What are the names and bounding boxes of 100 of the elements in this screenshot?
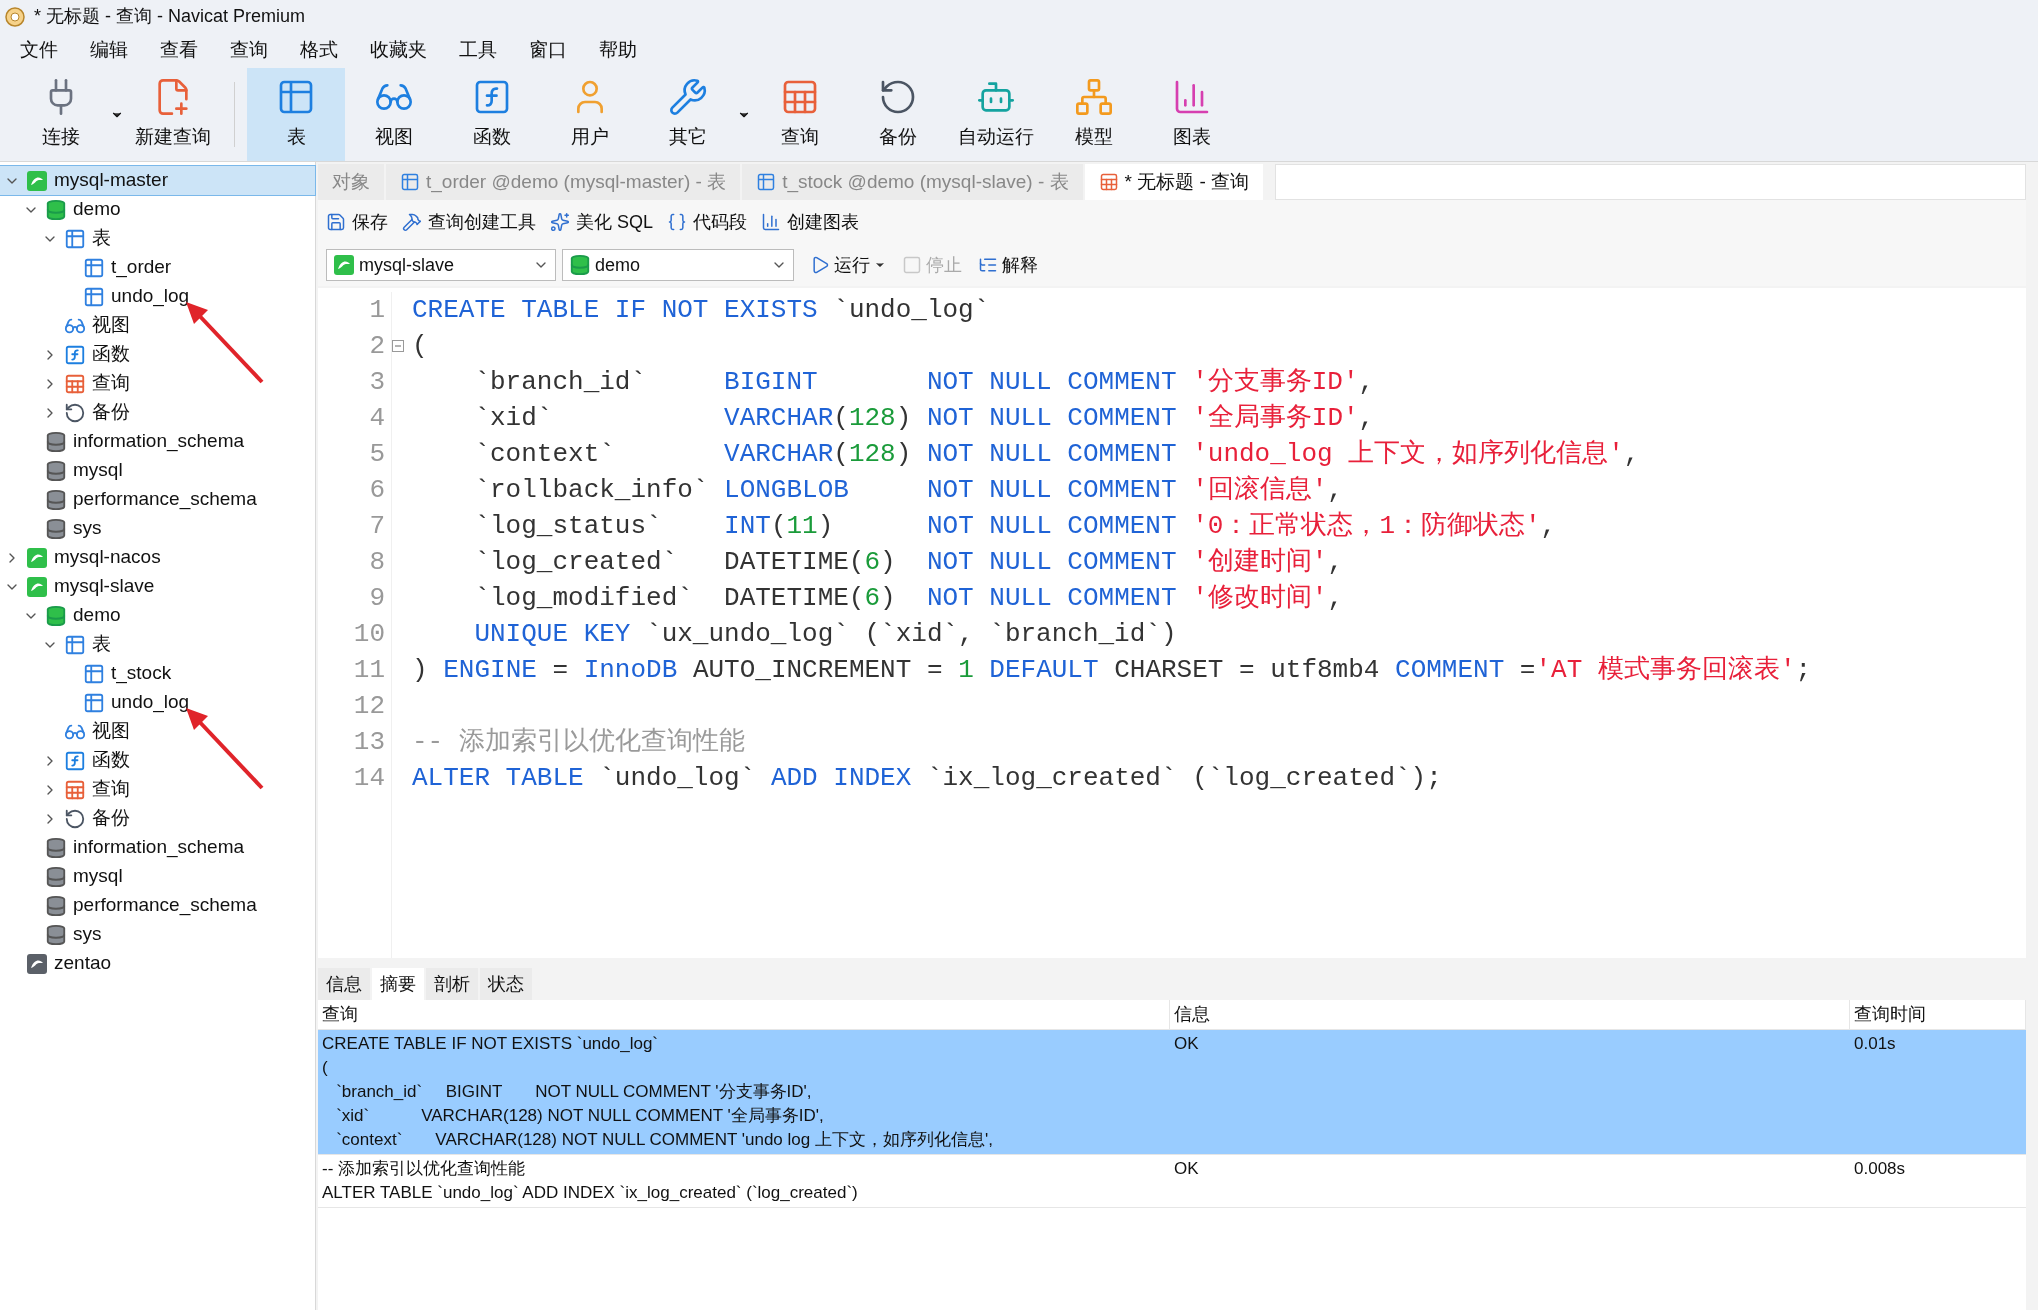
tree-item[interactable]: performance_schema — [0, 485, 315, 514]
menu-item[interactable]: 收藏夹 — [358, 35, 439, 65]
tree-item-label: performance_schema — [73, 893, 257, 918]
run-bar-button[interactable]: 解释 — [978, 251, 1038, 279]
function-icon — [64, 749, 86, 772]
run-bar-button[interactable]: 运行 — [810, 251, 886, 279]
database-icon — [45, 430, 67, 453]
toolbar-button[interactable]: 表 — [247, 68, 345, 161]
database-icon — [45, 488, 67, 511]
toolbar-button[interactable]: 用户 — [541, 68, 639, 161]
code-line: ALTER TABLE `undo_log` ADD INDEX `ix_log_created` (`log_created`); — [412, 761, 1442, 795]
tree-item[interactable]: 表 — [0, 224, 315, 253]
tree-item-label: information_schema — [73, 835, 245, 860]
tree-item-label: t_stock — [111, 661, 172, 686]
toolbar-button[interactable]: 查询 — [751, 68, 849, 161]
menu-item[interactable]: 帮助 — [587, 35, 649, 65]
tree-item[interactable]: mysql-slave — [0, 572, 315, 601]
connection-icon — [26, 169, 48, 192]
builder-icon — [402, 212, 422, 232]
code-line: -- 添加索引以优化查询性能 — [412, 725, 745, 759]
menu-item[interactable]: 文件 — [8, 35, 70, 65]
tree-item-label: 备份 — [92, 400, 130, 425]
database-icon — [569, 254, 591, 276]
tree-item[interactable]: information_schema — [0, 427, 315, 456]
tree-item-label: 查询 — [92, 371, 130, 396]
toolbar-button[interactable]: 模型 — [1045, 68, 1143, 161]
code-line: `log_modified` DATETIME(6) NOT NULL COMMENT '修改时间', — [473, 581, 1343, 615]
tree-item[interactable]: zentao — [0, 949, 315, 978]
menu-item[interactable]: 格式 — [288, 35, 350, 65]
tree-item[interactable]: 函数 — [0, 746, 315, 775]
tree-item-label: 查询 — [92, 777, 130, 802]
tree-item[interactable]: undo_log — [0, 688, 315, 717]
connection-select[interactable]: mysql-slave — [326, 249, 556, 281]
tree-item[interactable]: 函数 — [0, 340, 315, 369]
line-number: 2 — [369, 329, 385, 363]
code-line: UNIQUE KEY `ux_undo_log` (`xid`, `branch_id`) — [473, 617, 1177, 651]
sql-editor[interactable] — [318, 288, 2026, 958]
toolbar-button[interactable]: 图表 — [1143, 68, 1241, 161]
tree-item[interactable]: demo — [0, 601, 315, 630]
tree-item[interactable]: 查询 — [0, 369, 315, 398]
toolbar-button[interactable]: 自动运行 — [947, 68, 1045, 161]
database-icon — [45, 604, 67, 627]
menu-item[interactable]: 编辑 — [78, 35, 140, 65]
tree-item[interactable]: 表 — [0, 630, 315, 659]
tree-item[interactable]: t_stock — [0, 659, 315, 688]
fold-icon[interactable] — [392, 340, 404, 352]
result-tab[interactable]: 信息 — [318, 968, 370, 1000]
tree-item[interactable]: sys — [0, 514, 315, 543]
menu-item[interactable]: 工具 — [447, 35, 509, 65]
result-tab[interactable]: 摘要 — [372, 968, 424, 1000]
code-line: `rollback_info` LONGBLOB NOT NULL COMMENT '回滚信息', — [473, 473, 1343, 507]
code-line: `xid` VARCHAR(128) NOT NULL COMMENT '全局事务ID', — [473, 401, 1375, 435]
tree-item[interactable]: t_order — [0, 253, 315, 282]
editor-toolbar-button[interactable]: 查询创建工具 — [402, 208, 536, 236]
tree-item[interactable]: performance_schema — [0, 891, 315, 920]
document-tab[interactable]: * 无标题 - 查询 — [1084, 164, 1264, 200]
menu-item[interactable]: 窗口 — [517, 35, 579, 65]
tree-item[interactable]: mysql-nacos — [0, 543, 315, 572]
search-field[interactable] — [1275, 164, 2026, 200]
connection-icon — [26, 575, 48, 598]
code-line: `log_status` INT(11) NOT NULL COMMENT '0：正常状态，1：防御状态', — [473, 509, 1557, 543]
editor-toolbar-button[interactable]: 代码段 — [667, 208, 748, 236]
line-number: 13 — [353, 725, 385, 759]
tree-item[interactable]: mysql-master — [0, 166, 315, 195]
menu-item[interactable]: 查询 — [218, 35, 280, 65]
line-number: 1 — [369, 293, 385, 327]
tree-item[interactable]: demo — [0, 195, 315, 224]
tree-item[interactable]: 视图 — [0, 717, 315, 746]
tree-item[interactable]: undo_log — [0, 282, 315, 311]
tree-item[interactable]: 备份 — [0, 804, 315, 833]
tree-item[interactable]: information_schema — [0, 833, 315, 862]
toolbar-button[interactable]: 函数 — [443, 68, 541, 161]
query-icon — [64, 778, 86, 801]
editor-toolbar-button[interactable]: 保存 — [326, 208, 388, 236]
tree-item-label: mysql — [73, 864, 123, 889]
editor-toolbar-button[interactable]: 美化 SQL — [550, 208, 654, 236]
tree-item-label: zentao — [54, 951, 112, 976]
tree-item[interactable]: 查询 — [0, 775, 315, 804]
result-tab[interactable]: 剖析 — [426, 968, 478, 1000]
result-row[interactable] — [318, 1030, 2026, 1155]
toolbar-button[interactable]: 新建查询 — [124, 68, 222, 161]
result-tab[interactable]: 状态 — [480, 968, 532, 1000]
table-cell-text: CREATE TABLE IF NOT EXISTS `undo_log` ( `branch_id` BIGINT NOT NULL COMMENT '分支事务ID', `xid` VARCHAR(128) NOT NULL COMMENT '全局事务ID', `context` VARCHAR(128) NOT NULL COMMENT 'undo log 上下文，如序列化信息', — [321, 1033, 994, 1151]
toolbar-button[interactable]: 连接 — [12, 68, 110, 161]
toolbar-button[interactable]: 备份 — [849, 68, 947, 161]
explain-icon — [978, 255, 998, 275]
menu-item[interactable]: 查看 — [148, 35, 210, 65]
tree-item-label: demo — [73, 603, 121, 628]
editor-toolbar-button[interactable]: 创建图表 — [761, 208, 860, 236]
wrench-icon — [668, 77, 708, 118]
database-select[interactable]: demo — [562, 249, 794, 281]
tree-item[interactable]: mysql — [0, 862, 315, 891]
tree-item[interactable]: 备份 — [0, 398, 315, 427]
tree-item[interactable]: 视图 — [0, 311, 315, 340]
table-icon — [64, 227, 86, 250]
toolbar-button[interactable]: 其它 — [639, 68, 737, 161]
tree-item[interactable]: mysql — [0, 456, 315, 485]
window-title: * 无标题 - 查询 - Navicat Premium — [34, 4, 306, 28]
toolbar-button[interactable]: 视图 — [345, 68, 443, 161]
tree-item[interactable]: sys — [0, 920, 315, 949]
